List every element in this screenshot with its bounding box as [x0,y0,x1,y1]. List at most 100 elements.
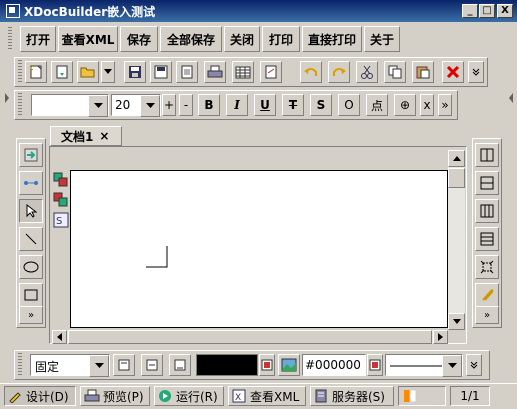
copy-icon[interactable] [384,61,406,83]
chevron-down-icon[interactable] [89,355,109,377]
layer-icon[interactable] [53,172,69,188]
chevron-down-icon[interactable] [140,95,160,117]
align-select[interactable]: 固定 [30,354,110,377]
print-icon[interactable] [204,61,226,83]
scroll-up-icon[interactable] [448,150,465,167]
scroll-down-icon[interactable] [448,313,465,330]
strikethrough-button[interactable]: T [282,94,304,116]
split-vertical-icon[interactable] [475,143,499,167]
page-indicator-icon [398,386,446,406]
save-icon[interactable] [124,61,146,83]
chevron-down-icon[interactable] [101,61,115,83]
view-xml-button[interactable]: 查看XML [58,26,118,52]
design-label: 设计(D) [26,389,69,404]
chevron-down-icon[interactable] [442,355,462,377]
icon-toolbar-grip[interactable] [18,60,22,84]
server-button[interactable]: 服务器(S) [310,386,394,406]
vertical-scroll-thumb[interactable] [448,168,465,188]
format-more-button[interactable]: » [438,94,452,116]
align-middle-icon[interactable] [141,354,163,376]
direct-print-button[interactable]: 直接打印 [302,26,362,52]
tab-close-icon[interactable]: × [99,129,109,143]
menu-grip[interactable] [8,27,12,51]
line-style-select[interactable] [385,354,463,377]
subscript-button[interactable]: x [420,94,434,116]
run-mode-button[interactable]: 运行(R) [154,386,224,406]
print-button[interactable]: 打印 [262,26,300,52]
preview-mode-button[interactable]: 预览(P) [80,386,150,406]
line-icon[interactable] [19,227,43,251]
font-size-select[interactable]: 20 [111,94,161,117]
open-button[interactable]: 打开 [20,26,56,52]
right-toolbar-more[interactable]: » [475,306,499,324]
cut-icon[interactable] [356,61,378,83]
view-xml-status-button[interactable]: X 查看XML [228,386,306,406]
tab-document-1[interactable]: 文档1 × [50,126,122,146]
attach-icon[interactable] [475,283,499,307]
export-icon[interactable] [260,61,282,83]
save-all-button[interactable]: 全部保存 [160,26,222,52]
chevron-down-icon[interactable] [88,95,108,117]
close-button[interactable]: X [497,4,513,18]
font-decrease-button[interactable]: - [179,94,193,116]
special-char-button[interactable]: ⊕ [394,94,416,116]
page-count: 1/1 [450,386,490,406]
rows-icon[interactable] [475,227,499,251]
redo-icon[interactable] [328,61,350,83]
table-icon[interactable] [232,61,254,83]
script-icon[interactable]: S [53,212,69,228]
horizontal-scroll-thumb[interactable] [68,330,432,344]
scroll-left-icon[interactable] [52,330,67,344]
pointer-icon[interactable] [19,199,43,223]
shadow-button[interactable]: S [310,94,332,116]
bold-button[interactable]: B [198,94,220,116]
server-label: 服务器(S) [332,389,385,404]
document-canvas[interactable] [70,170,448,328]
app-icon [6,4,20,18]
fill-color-picker-icon[interactable] [259,354,275,376]
new-icon[interactable] [25,61,47,83]
undo-icon[interactable] [300,61,322,83]
link-icon[interactable] [19,171,43,195]
minimize-button[interactable]: _ [462,4,478,18]
font-increase-button[interactable]: + [162,94,176,116]
align-bottom-icon[interactable] [169,354,191,376]
format-toolbar-grip[interactable] [18,93,22,117]
fit-page-icon[interactable] [475,255,499,279]
toolbar-more-icon[interactable] [468,61,484,83]
align-top-icon[interactable] [113,354,135,376]
property-more-icon[interactable] [466,354,482,376]
underline-button[interactable]: U [254,94,276,116]
fill-color-swatch[interactable] [196,354,258,376]
color-picker-icon[interactable] [367,354,383,376]
folder-open-icon[interactable] [77,61,99,83]
rectangle-icon[interactable] [19,283,43,307]
document-icon[interactable] [176,61,198,83]
side-grip[interactable] [4,92,10,104]
outline-button[interactable]: O [338,94,360,116]
layer-alt-icon[interactable] [53,192,69,208]
italic-button[interactable]: I [226,94,248,116]
color-value-field[interactable]: #000000 [302,354,366,376]
columns-icon[interactable] [475,199,499,223]
close-doc-button[interactable]: 关闭 [224,26,260,52]
maximize-button[interactable]: □ [479,4,495,18]
page-corner-marker [146,246,168,268]
ellipse-icon[interactable] [19,255,43,279]
split-horizontal-icon[interactable] [475,171,499,195]
save-as-icon[interactable] [150,61,172,83]
image-icon[interactable] [278,354,300,376]
paste-icon[interactable] [412,61,434,83]
about-button[interactable]: 关于 [364,26,400,52]
property-toolbar-grip[interactable] [18,353,22,377]
design-mode-button[interactable]: 设计(D) [4,386,76,406]
font-name-select[interactable] [31,94,109,117]
side-grip-right[interactable] [508,92,514,104]
save-button[interactable]: 保存 [120,26,158,52]
insert-field-icon[interactable] [19,143,43,167]
emphasis-dot-button[interactable]: 点 [366,94,388,116]
left-toolbar-more[interactable]: » [19,306,43,324]
delete-icon[interactable] [442,61,464,83]
scroll-right-icon[interactable] [433,330,448,344]
import-icon[interactable] [51,61,73,83]
